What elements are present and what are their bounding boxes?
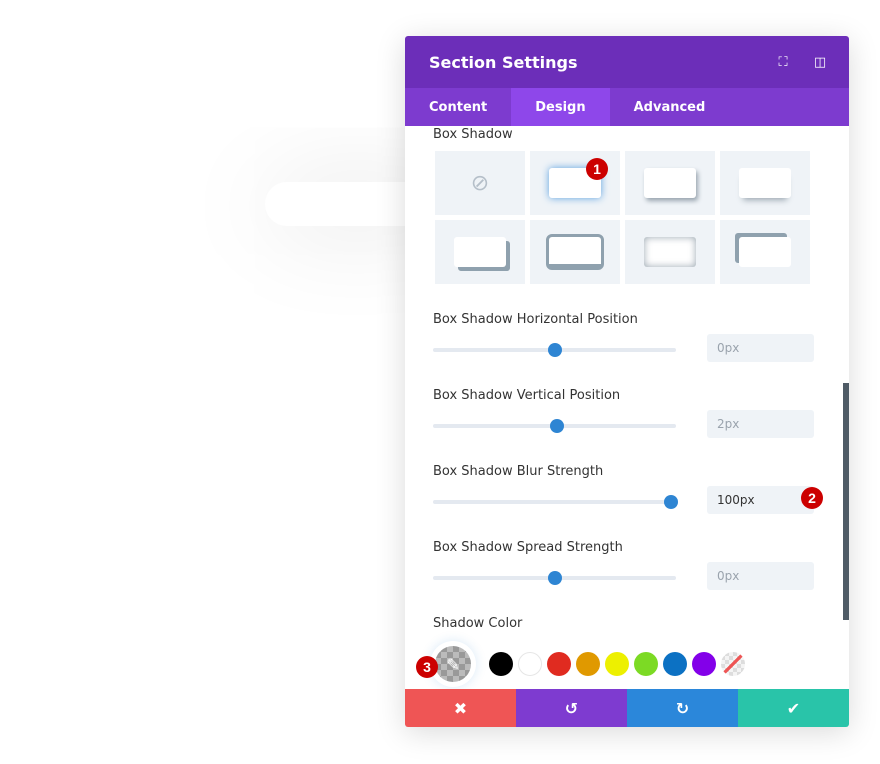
tab-design[interactable]: Design (511, 88, 610, 126)
vertical-position-input[interactable]: 2px (707, 410, 814, 438)
preset-box (644, 237, 696, 267)
spread-strength-label: Box Shadow Spread Strength (433, 540, 623, 555)
preset-bottom-right[interactable] (625, 151, 715, 215)
swatch-white[interactable] (518, 652, 542, 676)
slider-thumb[interactable] (664, 495, 679, 509)
box-shadow-presets: ⊘ 1 (435, 151, 810, 284)
panel-footer: ✖ ↺ ↻ ✔ (405, 689, 849, 727)
color-picker-button[interactable]: ✎ (435, 646, 471, 682)
section-settings-panel: Section Settings ⛶ ◫ Content Design Adva… (405, 36, 849, 727)
check-icon: ✔ (786, 698, 801, 718)
preset-inset[interactable] (625, 220, 715, 284)
tab-content[interactable]: Content (405, 88, 511, 126)
slider-thumb[interactable] (549, 419, 564, 433)
panel-title: Section Settings (429, 52, 578, 72)
slider-thumb[interactable] (547, 343, 562, 357)
blur-strength-slider[interactable] (433, 495, 679, 509)
vertical-position-slider[interactable] (433, 419, 676, 433)
spread-strength-input[interactable]: 0px (707, 562, 814, 590)
swatch-orange[interactable] (576, 652, 600, 676)
spread-strength-slider[interactable] (433, 571, 676, 585)
sidebar-toggle-icon[interactable]: ◫ (812, 54, 828, 70)
undo-icon: ↺ (564, 698, 579, 718)
preset-box (546, 234, 604, 270)
swatch-purple[interactable] (692, 652, 716, 676)
preset-bottom[interactable] (720, 151, 810, 215)
swatch-blue[interactable] (663, 652, 687, 676)
preset-box (739, 168, 791, 198)
eyedropper-icon: ✎ (446, 654, 460, 674)
preset-none[interactable]: ⊘ (435, 151, 525, 215)
preset-top-left-border[interactable] (720, 220, 810, 284)
preset-offset-corner[interactable] (435, 220, 525, 284)
horizontal-position-slider[interactable] (433, 343, 676, 357)
box-shadow-label: Box Shadow (433, 127, 513, 142)
badge-1: 1 (586, 158, 608, 180)
redo-icon: ↻ (675, 698, 690, 718)
badge-2: 2 (801, 487, 823, 509)
swatch-red[interactable] (547, 652, 571, 676)
preset-box (454, 237, 506, 267)
swatch-yellow[interactable] (605, 652, 629, 676)
preset-border-bottom[interactable] (530, 220, 620, 284)
scrollbar[interactable] (843, 383, 849, 620)
fullscreen-icon[interactable]: ⛶ (775, 54, 791, 70)
preset-glow[interactable]: 1 (530, 151, 620, 215)
panel-body: Box Shadow ⊘ 1 Box Shadow Horizontal Pos… (405, 126, 849, 689)
save-button[interactable]: ✔ (738, 689, 849, 727)
preset-box (644, 168, 696, 198)
swatch-black[interactable] (489, 652, 513, 676)
cancel-button[interactable]: ✖ (405, 689, 516, 727)
slider-thumb[interactable] (547, 571, 562, 585)
horizontal-position-input[interactable]: 0px (707, 334, 814, 362)
panel-header: Section Settings ⛶ ◫ (405, 36, 849, 88)
close-icon: ✖ (453, 698, 468, 718)
undo-button[interactable]: ↺ (516, 689, 627, 727)
blur-strength-label: Box Shadow Blur Strength (433, 464, 604, 479)
swatch-transparent[interactable] (721, 652, 745, 676)
redo-button[interactable]: ↻ (627, 689, 738, 727)
blur-strength-input[interactable]: 100px (707, 486, 814, 514)
shadow-color-label: Shadow Color (433, 616, 523, 631)
preset-box (739, 237, 791, 267)
color-swatches: ✎ (435, 646, 750, 682)
badge-3: 3 (416, 656, 438, 678)
tab-advanced[interactable]: Advanced (610, 88, 730, 126)
vertical-position-label: Box Shadow Vertical Position (433, 388, 621, 403)
swatch-green[interactable] (634, 652, 658, 676)
no-shadow-icon: ⊘ (470, 170, 490, 196)
horizontal-position-label: Box Shadow Horizontal Position (433, 312, 638, 327)
tab-bar: Content Design Advanced (405, 88, 849, 126)
